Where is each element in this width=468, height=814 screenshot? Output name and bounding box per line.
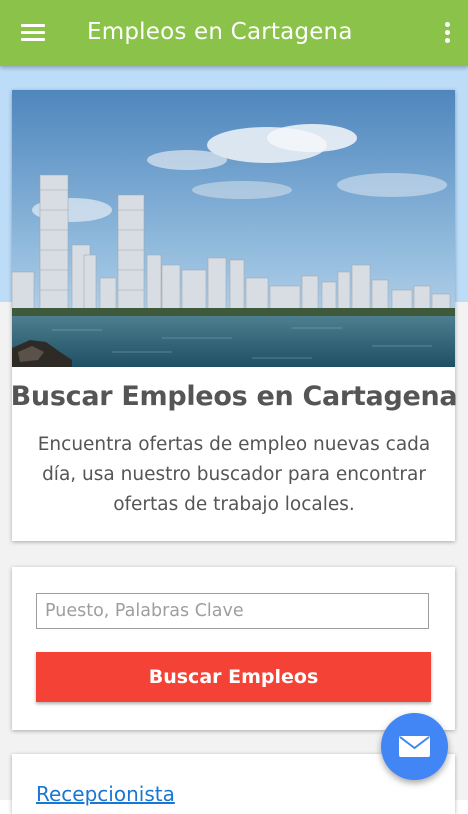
more-vert-icon [445,22,450,27]
job-listing-link[interactable]: Recepcionista [36,782,175,806]
app-bar: Empleos en Cartagena [0,0,468,66]
contact-fab[interactable] [381,713,448,780]
hamburger-menu-icon [21,24,45,27]
city-skyline-image [12,90,455,367]
search-jobs-button[interactable]: Buscar Empleos [36,652,431,702]
menu-button[interactable] [20,21,46,45]
hero-description: Encuentra ofertas de empleo nuevas cada … [37,434,431,515]
search-card: Buscar Empleos [12,567,455,730]
app-title: Empleos en Cartagena [87,19,353,45]
hero-heading: Buscar Empleos en Cartagena [10,381,458,412]
mail-icon [399,736,430,757]
overflow-menu-button[interactable] [442,22,452,44]
keyword-search-input[interactable] [36,593,429,629]
